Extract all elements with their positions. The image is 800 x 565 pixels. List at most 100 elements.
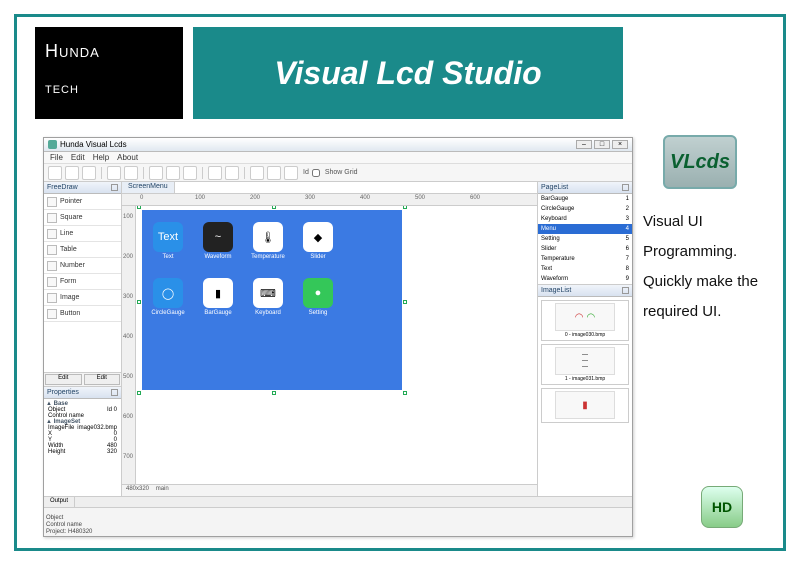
widget-text[interactable]: TextText bbox=[146, 216, 190, 266]
page-row[interactable]: Slider6 bbox=[538, 244, 632, 254]
page-row[interactable]: Temperature7 bbox=[538, 254, 632, 264]
design-surface[interactable]: TextText~Waveform🌡Temperature◆Slider ◯Cir… bbox=[142, 210, 402, 390]
brand-box: Hunda tech bbox=[35, 27, 183, 119]
output-tab[interactable]: Output bbox=[44, 497, 75, 507]
product-title: Visual Lcd Studio bbox=[193, 27, 623, 119]
toolbar-new[interactable] bbox=[48, 166, 62, 180]
imagelist-header: ImageList bbox=[538, 285, 632, 297]
brand-line2: tech bbox=[45, 80, 173, 98]
canvas-main: main bbox=[156, 486, 169, 492]
min-button[interactable]: – bbox=[576, 140, 592, 149]
close-button[interactable]: × bbox=[612, 140, 628, 149]
tool-number[interactable]: Number bbox=[44, 258, 121, 274]
canvas-size: 480x320 bbox=[126, 486, 149, 492]
image-thumb[interactable]: ———1 - image031.bmp bbox=[541, 344, 629, 385]
menu-edit[interactable]: Edit bbox=[71, 153, 85, 162]
bargauge-icon: ▮ bbox=[203, 278, 233, 308]
toolbar-save[interactable] bbox=[82, 166, 96, 180]
widget-temperature[interactable]: 🌡Temperature bbox=[246, 216, 290, 266]
vlcds-logo: VLcds bbox=[663, 135, 737, 189]
app-titlebar[interactable]: Hunda Visual Lcds – □ × bbox=[44, 138, 632, 152]
waveform-icon: ~ bbox=[203, 222, 233, 252]
image-thumb[interactable]: ◠◠0 - image030.bmp bbox=[541, 300, 629, 341]
menu-file[interactable]: File bbox=[50, 153, 63, 162]
widget-waveform[interactable]: ~Waveform bbox=[196, 216, 240, 266]
properties-header: Properties bbox=[44, 387, 121, 399]
app-icon bbox=[48, 140, 57, 149]
pagelist-header: PageList bbox=[538, 182, 632, 194]
page-row[interactable]: BarGauge1 bbox=[538, 194, 632, 204]
toolbox-header: FreeDraw bbox=[44, 182, 121, 194]
toolbar-redo[interactable] bbox=[124, 166, 138, 180]
page-row[interactable]: Setting5 bbox=[538, 234, 632, 244]
tool-edit-1[interactable]: Edit bbox=[45, 374, 82, 385]
tool-button[interactable]: Button bbox=[44, 306, 121, 322]
pin-icon[interactable] bbox=[111, 389, 118, 396]
hd-badge: HD bbox=[701, 486, 743, 528]
toolbar-undo[interactable] bbox=[107, 166, 121, 180]
page-row[interactable]: Text8 bbox=[538, 264, 632, 274]
image-thumb[interactable]: ▮ bbox=[541, 388, 629, 423]
menubar: File Edit Help About bbox=[44, 152, 632, 164]
toolbar-paste[interactable] bbox=[183, 166, 197, 180]
show-grid-label: Show Grid bbox=[325, 169, 358, 176]
max-button[interactable]: □ bbox=[594, 140, 610, 149]
pin-icon[interactable] bbox=[111, 184, 118, 191]
toolbar-cut[interactable] bbox=[149, 166, 163, 180]
toolbar-copy[interactable] bbox=[166, 166, 180, 180]
toolbar-build[interactable] bbox=[208, 166, 222, 180]
toolbar-open[interactable] bbox=[65, 166, 79, 180]
circlegauge-icon: ◯ bbox=[153, 278, 183, 308]
canvas-area[interactable]: 100200300400500600700 TextText~Waveform🌡… bbox=[122, 206, 537, 484]
status-project: Project: H480320 bbox=[46, 529, 92, 535]
status-object: Object bbox=[46, 515, 92, 521]
pointer-icon bbox=[47, 197, 57, 207]
widget-circlegauge[interactable]: ◯CircleGauge bbox=[146, 272, 190, 322]
page-row[interactable]: Menu4 bbox=[538, 224, 632, 234]
toolbar-zoomout[interactable] bbox=[267, 166, 281, 180]
button-icon bbox=[47, 309, 57, 319]
keyboard-icon: ⌨ bbox=[253, 278, 283, 308]
page-row[interactable]: CircleGauge2 bbox=[538, 204, 632, 214]
id-label: Id bbox=[303, 169, 309, 176]
app-window: Hunda Visual Lcds – □ × File Edit Help A… bbox=[43, 137, 633, 537]
tool-table[interactable]: Table bbox=[44, 242, 121, 258]
slider-icon: ◆ bbox=[303, 222, 333, 252]
page-row[interactable]: Keyboard3 bbox=[538, 214, 632, 224]
pin-icon[interactable] bbox=[622, 287, 629, 294]
menu-about[interactable]: About bbox=[117, 153, 138, 162]
setting-icon: ● bbox=[303, 278, 333, 308]
show-grid-checkbox[interactable] bbox=[312, 169, 320, 177]
canvas-tab[interactable]: ScreenMenu bbox=[122, 182, 175, 193]
widget-slider[interactable]: ◆Slider bbox=[296, 216, 340, 266]
square-icon bbox=[47, 213, 57, 223]
brand-line1: Hunda bbox=[45, 41, 173, 62]
widget-keyboard[interactable]: ⌨Keyboard bbox=[246, 272, 290, 322]
toolbar: Id Show Grid bbox=[44, 164, 632, 182]
table-icon bbox=[47, 245, 57, 255]
text-icon: Text bbox=[153, 222, 183, 252]
promo-text: Visual UI Programming. Quickly make the … bbox=[643, 207, 763, 327]
widget-setting[interactable]: ●Setting bbox=[296, 272, 340, 322]
number-icon bbox=[47, 261, 57, 271]
tool-image[interactable]: Image bbox=[44, 290, 121, 306]
ruler-horizontal: 0100200300400500600 bbox=[122, 194, 537, 206]
tool-edit-2[interactable]: Edit bbox=[84, 374, 121, 385]
pin-icon[interactable] bbox=[622, 184, 629, 191]
ruler-vertical: 100200300400500600700 bbox=[122, 206, 136, 484]
tool-square[interactable]: Square bbox=[44, 210, 121, 226]
status-control: Control name bbox=[46, 522, 92, 528]
app-title: Hunda Visual Lcds bbox=[60, 140, 127, 149]
toolbar-zoomin[interactable] bbox=[250, 166, 264, 180]
tool-pointer[interactable]: Pointer bbox=[44, 194, 121, 210]
tool-line[interactable]: Line bbox=[44, 226, 121, 242]
toolbar-zoom100[interactable] bbox=[284, 166, 298, 180]
page-row[interactable]: Waveform9 bbox=[538, 274, 632, 284]
menu-help[interactable]: Help bbox=[93, 153, 109, 162]
image-icon bbox=[47, 293, 57, 303]
temperature-icon: 🌡 bbox=[253, 222, 283, 252]
form-icon bbox=[47, 277, 57, 287]
toolbar-run[interactable] bbox=[225, 166, 239, 180]
widget-bargauge[interactable]: ▮BarGauge bbox=[196, 272, 240, 322]
tool-form[interactable]: Form bbox=[44, 274, 121, 290]
